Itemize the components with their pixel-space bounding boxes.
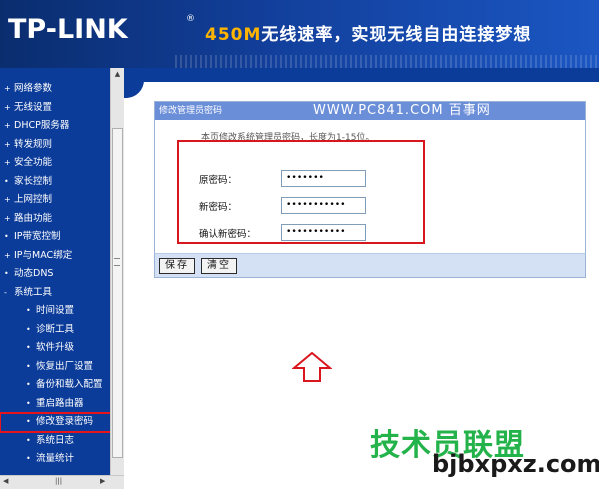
sidebar-item[interactable]: • 流量统计 [0,450,110,469]
sidebar-item-label: 诊断工具 [36,323,75,335]
scroll-grip-horizontal-icon: ||| [55,477,63,485]
bullet-icon: • [26,454,31,463]
sidebar-item[interactable]: • IP带宽控制 [0,228,110,247]
bullet-icon: • [26,361,31,371]
sidebar: + 网络参数 + 无线设置 + DHCP服务器 + 转发规则 + 安全功能 • 家长控制 + 上网控制 + 路… [0,68,124,489]
registered-mark: ® [186,14,195,24]
panel-title-text: 修改管理员密码 [159,106,223,116]
bullet-icon: + [4,139,11,149]
panel-title: 修改管理员密码 WWW.PC841.COM 百事网 [155,102,585,120]
sidebar-item-label: 时间设置 [36,305,75,316]
bullet-icon: • [26,306,31,315]
bullet-icon: • [4,176,9,186]
button-bar: 保存 清空 [154,253,586,278]
bullet-icon: • [26,398,31,408]
sidebar-item-label: 家长控制 [14,175,53,187]
sidebar-item[interactable]: • 时间设置 [0,302,110,321]
bullet-icon: + [4,195,11,204]
sidebar-item-label: 上网控制 [14,194,53,205]
sidebar-item-label: 路由功能 [14,212,53,224]
sidebar-item-label: 备份和载入配置 [36,379,103,390]
sidebar-item-label: 系统工具 [14,286,53,298]
sidebar-item[interactable]: • 修改登录密码 [0,412,123,433]
sidebar-item-label: 系统日志 [36,434,75,446]
scroll-up-arrow-icon[interactable]: ▲ [112,69,123,80]
sidebar-item[interactable]: • 重启路由器 [0,395,110,414]
site-watermark: WWW.PC841.COM 百事网 [313,103,491,118]
bullet-icon: + [4,84,11,93]
header-banner: TP-LINK ® 450M无线速率，实现无线自由连接梦想 [0,0,599,68]
clear-button[interactable]: 清空 [201,258,237,274]
sidebar-vertical-scrollbar[interactable]: ▲ [110,68,124,489]
sidebar-item-label: IP与MAC绑定 [14,249,73,261]
sidebar-item-label: 动态DNS [14,268,54,279]
bullet-icon: - [4,287,7,297]
scroll-left-arrow-icon[interactable]: ◀ [3,477,8,485]
sidebar-item[interactable]: + 无线设置 [0,99,110,118]
sidebar-item[interactable]: + 安全功能 [0,154,110,173]
sidebar-item[interactable]: • 诊断工具 [0,321,110,340]
sidebar-menu: + 网络参数 + 无线设置 + DHCP服务器 + 转发规则 + 安全功能 • 家长控制 + 上网控制 + 路… [0,68,123,489]
sidebar-horizontal-scrollbar[interactable]: ◀ ||| ▶ [0,475,124,489]
scroll-thumb[interactable] [112,128,123,458]
sidebar-item-label: 网络参数 [14,83,53,94]
slogan-text: 无线速率，实现无线自由连接梦想 [261,25,532,45]
bullet-icon: + [4,158,11,167]
bullet-icon: • [4,232,9,241]
scroll-grip-icon [114,258,120,266]
header-stripe [175,55,599,68]
bullet-icon: + [4,250,11,260]
sidebar-item[interactable]: + DHCP服务器 [0,117,110,136]
bullet-icon: • [4,269,9,278]
sidebar-item-label: 流量统计 [36,453,75,464]
sidebar-item-label: 转发规则 [14,138,53,150]
sidebar-item[interactable]: • 动态DNS [0,265,110,284]
pointer-arrow-icon [292,352,332,382]
sidebar-item-label: 软件升级 [36,342,75,353]
tp-link-logo: TP-LINK [8,14,128,45]
sidebar-item-label: IP带宽控制 [14,231,61,242]
sidebar-item[interactable]: + IP与MAC绑定 [0,247,110,266]
sidebar-item[interactable]: + 上网控制 [0,191,110,210]
sidebar-item-label: 无线设置 [14,101,53,113]
sidebar-item[interactable]: • 系统日志 [0,432,110,451]
main-topbar [124,68,599,82]
sidebar-item-label: 恢复出厂设置 [36,360,94,372]
bullet-icon: • [26,380,31,389]
bullet-icon: + [4,102,11,112]
bullet-icon: • [26,324,31,334]
sidebar-item[interactable]: • 软件升级 [0,339,110,358]
sidebar-item[interactable]: + 网络参数 [0,80,110,99]
header-slogan: 450M无线速率，实现无线自由连接梦想 [205,20,531,45]
main-content: 修改管理员密码 WWW.PC841.COM 百事网 本页修改系统管理员密码，长度… [124,68,599,489]
main-corner-decoration [124,68,144,98]
bullet-icon: + [4,121,11,130]
sidebar-item[interactable]: - 系统工具 [0,284,110,303]
sidebar-item[interactable]: • 家长控制 [0,173,110,192]
bullet-icon: • [26,417,31,426]
fields-highlight-box [177,140,425,244]
sidebar-item[interactable]: + 转发规则 [0,136,110,155]
sidebar-item-label: 安全功能 [14,157,53,168]
sidebar-item[interactable]: • 备份和载入配置 [0,376,110,395]
sidebar-item[interactable]: • 恢复出厂设置 [0,358,110,377]
watermark-en: bjbxpxz.com [432,450,599,478]
bullet-icon: • [26,435,31,445]
sidebar-item-label: 修改登录密码 [36,416,94,427]
bullet-icon: + [4,213,11,223]
slogan-speed: 450M [205,25,262,45]
scroll-right-arrow-icon[interactable]: ▶ [100,477,105,485]
sidebar-item-label: DHCP服务器 [14,120,70,131]
sidebar-item-label: 重启路由器 [36,397,84,409]
save-button[interactable]: 保存 [159,258,195,274]
sidebar-item[interactable]: + 路由功能 [0,210,110,229]
bullet-icon: • [26,343,31,352]
